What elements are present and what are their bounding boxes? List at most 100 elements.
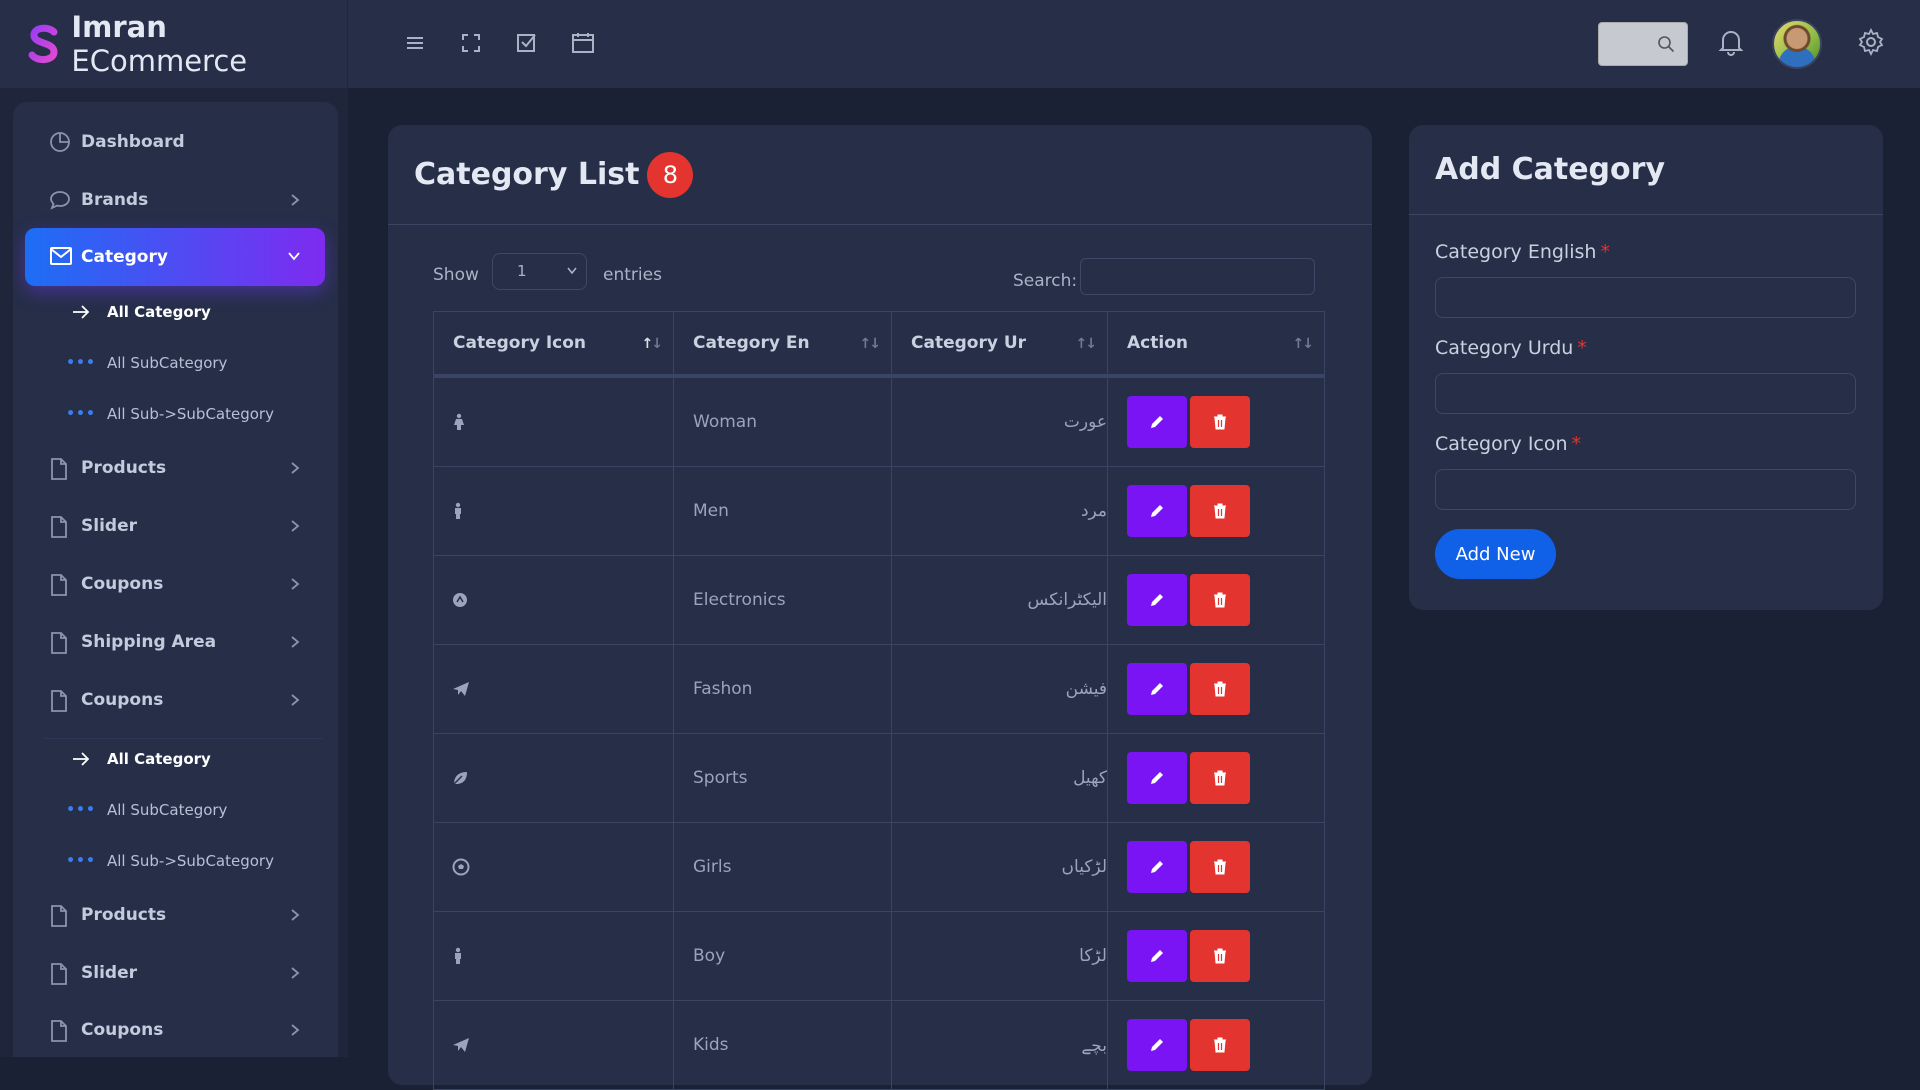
- table-search-input[interactable]: [1080, 258, 1315, 295]
- sort-icon: ↑↓: [859, 336, 881, 352]
- delete-button[interactable]: [1190, 574, 1250, 626]
- dots-icon: •••: [66, 406, 96, 422]
- notification-bell-icon[interactable]: [1718, 28, 1744, 60]
- header-toolbar: [400, 28, 598, 58]
- edit-button[interactable]: [1127, 574, 1187, 626]
- chevron-right-icon: [291, 194, 300, 206]
- pencil-icon: [1151, 1039, 1163, 1051]
- sidebar-item-coupons[interactable]: Coupons: [25, 558, 325, 610]
- column-header-category-ur[interactable]: Category Ur ↑↓: [892, 312, 1108, 374]
- sidebar-item-label: Products: [81, 458, 167, 478]
- table-row: Electronics الیکٹرانکس: [434, 555, 1324, 644]
- row-category-ur: عورت: [892, 378, 1108, 466]
- sidebar-item-slider[interactable]: Slider: [25, 500, 325, 552]
- delete-button[interactable]: [1190, 663, 1250, 715]
- pencil-icon: [1151, 416, 1163, 428]
- edit-button[interactable]: [1127, 841, 1187, 893]
- pencil-icon: [1151, 950, 1163, 962]
- column-header-action[interactable]: Action ↑↓: [1108, 312, 1324, 374]
- sidebar-item-brands[interactable]: Brands: [25, 174, 325, 226]
- label-text: Category Icon: [1435, 433, 1568, 455]
- sidebar-subitem-all-subsubcategory[interactable]: ••• All Sub->SubCategory: [66, 399, 274, 429]
- brand-name: Imran ECommerce: [71, 10, 248, 78]
- checkbox-icon[interactable]: [512, 28, 542, 58]
- row-icon-cell: [434, 378, 674, 466]
- settings-gear-icon[interactable]: [1857, 27, 1885, 60]
- delete-button[interactable]: [1190, 752, 1250, 804]
- required-mark: *: [1571, 433, 1582, 455]
- column-header-category-icon[interactable]: Category Icon ↑↓: [434, 312, 674, 374]
- row-icon-cell: [434, 556, 674, 644]
- column-header-label: Action: [1127, 333, 1188, 353]
- edit-button[interactable]: [1127, 663, 1187, 715]
- row-actions: [1108, 378, 1324, 466]
- male-icon: [455, 947, 461, 964]
- row-category-ur: لڑکا: [892, 912, 1108, 1000]
- file-icon: [51, 632, 67, 654]
- edit-button[interactable]: [1127, 930, 1187, 982]
- delete-button[interactable]: [1190, 1019, 1250, 1071]
- menu-icon[interactable]: [400, 28, 430, 58]
- user-avatar[interactable]: [1772, 19, 1822, 69]
- edit-button[interactable]: [1127, 1019, 1187, 1071]
- sidebar-item-label: Coupons: [81, 690, 164, 710]
- brand-logo-icon: [26, 24, 61, 64]
- sidebar-item-shipping-area[interactable]: Shipping Area: [25, 616, 325, 668]
- sidebar-subitem-all-category[interactable]: All Category: [71, 297, 211, 327]
- column-header-category-en[interactable]: Category En ↑↓: [674, 312, 892, 374]
- sidebar-item-products-2[interactable]: Products: [25, 889, 325, 941]
- category-icon-input[interactable]: [1435, 469, 1856, 510]
- table-row: Fashon فیشن: [434, 644, 1324, 733]
- edit-button[interactable]: [1127, 752, 1187, 804]
- row-category-en: Boy: [674, 912, 892, 1000]
- sort-icon: ↑↓: [1292, 336, 1314, 352]
- delete-button[interactable]: [1190, 930, 1250, 982]
- chevron-right-icon: [291, 1024, 300, 1036]
- row-category-ur: بچے: [892, 1001, 1108, 1089]
- sidebar-subitem-all-category-2[interactable]: All Category: [71, 744, 211, 774]
- sidebar-subitem-all-subcategory[interactable]: ••• All SubCategory: [66, 348, 227, 378]
- sidebar-item-products[interactable]: Products: [25, 442, 325, 494]
- pencil-icon: [1151, 861, 1163, 873]
- row-category-en: Kids: [674, 1001, 892, 1089]
- edit-button[interactable]: [1127, 396, 1187, 448]
- row-category-en: Girls: [674, 823, 892, 911]
- sidebar-subitem-all-subsubcategory-2[interactable]: ••• All Sub->SubCategory: [66, 846, 274, 876]
- paper-plane-icon: [453, 682, 469, 696]
- dots-icon: •••: [66, 802, 96, 818]
- fullscreen-icon[interactable]: [456, 28, 486, 58]
- row-icon-cell: [434, 734, 674, 822]
- trash-icon: [1214, 1037, 1226, 1053]
- sidebar-item-label: Brands: [81, 190, 149, 210]
- sidebar-item-slider-2[interactable]: Slider: [25, 947, 325, 999]
- sidebar-subitem-all-subcategory-2[interactable]: ••• All SubCategory: [66, 795, 227, 825]
- edit-button[interactable]: [1127, 485, 1187, 537]
- add-new-button[interactable]: Add New: [1435, 529, 1556, 579]
- delete-button[interactable]: [1190, 485, 1250, 537]
- calendar-icon[interactable]: [568, 28, 598, 58]
- sidebar-item-category[interactable]: Category: [25, 228, 325, 286]
- entries-select[interactable]: 1: [492, 253, 587, 290]
- sidebar-item-label: Coupons: [81, 574, 164, 594]
- delete-button[interactable]: [1190, 841, 1250, 893]
- row-icon-cell: [434, 1001, 674, 1089]
- brand[interactable]: Imran ECommerce: [0, 0, 348, 88]
- sidebar-item-dashboard[interactable]: Dashboard: [25, 116, 325, 168]
- trash-icon: [1214, 681, 1226, 697]
- dots-icon: •••: [66, 355, 96, 371]
- category-urdu-input[interactable]: [1435, 373, 1856, 414]
- sidebar-item-coupons-3[interactable]: Coupons: [25, 1004, 325, 1056]
- delete-button[interactable]: [1190, 396, 1250, 448]
- page-title: Category List: [414, 157, 640, 192]
- file-icon: [51, 574, 67, 596]
- sidebar-item-label: Products: [81, 905, 167, 925]
- category-english-input[interactable]: [1435, 277, 1856, 318]
- column-header-label: Category Ur: [911, 333, 1027, 353]
- chevron-right-icon: [291, 578, 300, 590]
- column-header-label: Category En: [693, 333, 810, 353]
- sidebar-item-coupons-2[interactable]: Coupons: [25, 674, 325, 726]
- category-icon-label: Category Icon *: [1435, 433, 1581, 455]
- header-search-input[interactable]: [1598, 22, 1688, 66]
- file-icon: [51, 1020, 67, 1042]
- file-icon: [51, 905, 67, 927]
